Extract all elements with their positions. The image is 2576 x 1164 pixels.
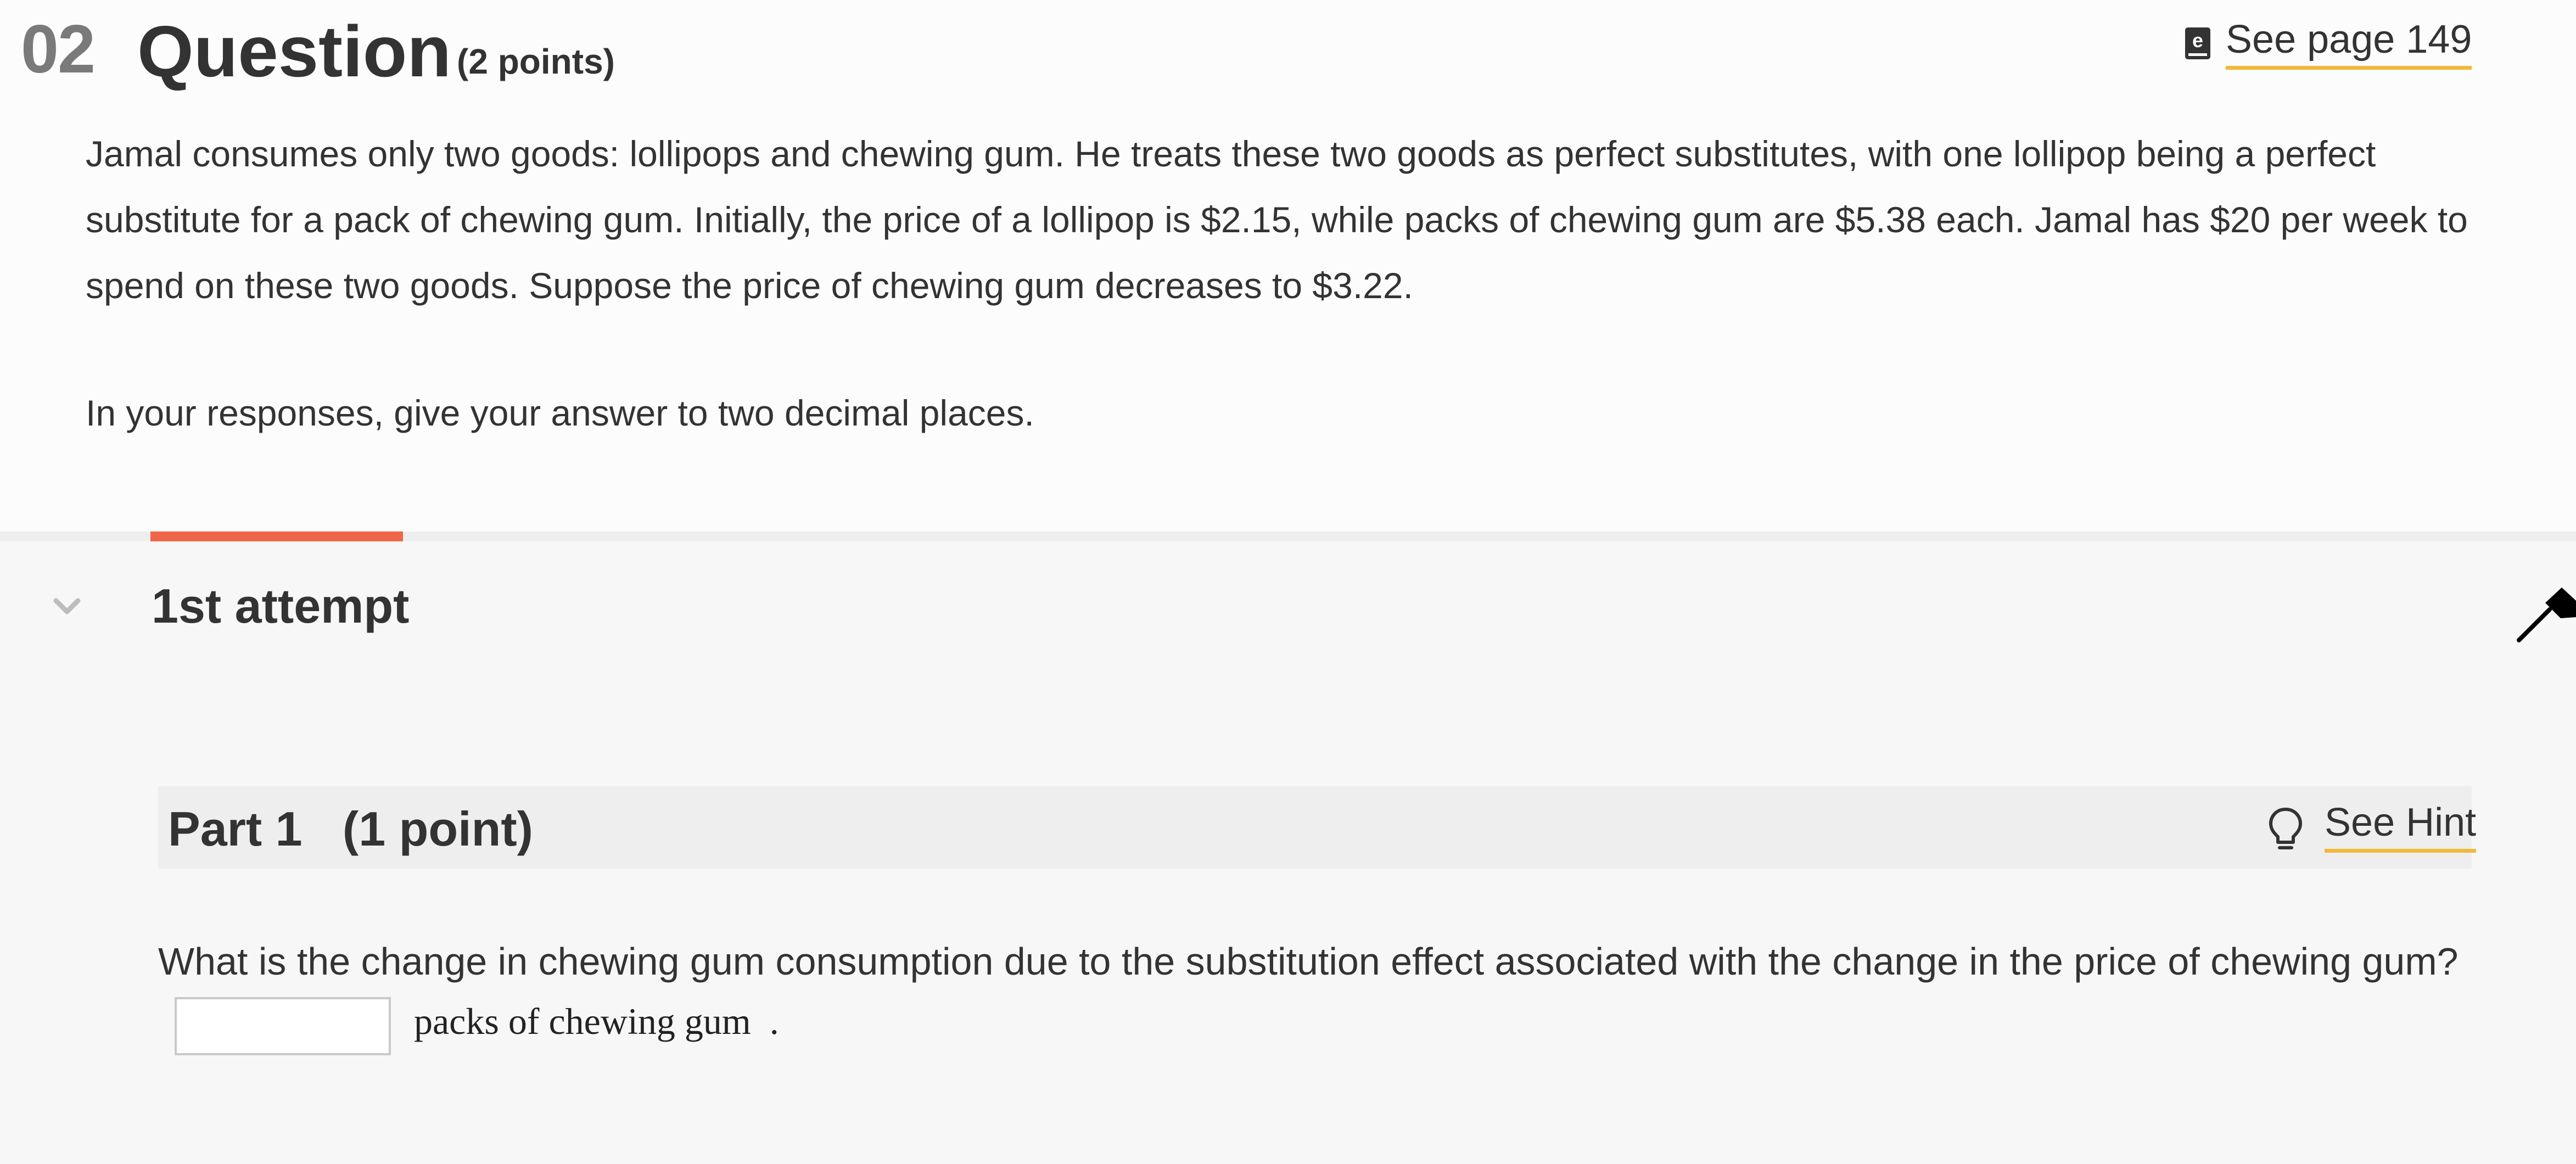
question-body: Jamal consumes only two goods: lollipops…: [86, 133, 2468, 306]
part-title: Part 1 (1 point): [168, 802, 533, 856]
mouse-cursor-icon: [2515, 584, 2576, 646]
lightbulb-icon: [2269, 808, 2302, 849]
chevron-down-icon[interactable]: [53, 592, 81, 620]
see-page-link[interactable]: See page 149: [2226, 20, 2472, 70]
active-attempt-indicator: [150, 531, 403, 541]
part-prompt: What is the change in chewing gum consum…: [158, 940, 2459, 983]
see-hint-container[interactable]: See Hint: [2266, 803, 2477, 853]
ebook-icon: e: [2185, 27, 2210, 59]
question-number: 02: [21, 12, 96, 87]
question-title: Question: [137, 11, 452, 92]
see-hint-link[interactable]: See Hint: [2325, 803, 2477, 853]
question-instructions: In your responses, give your answer to t…: [86, 393, 1034, 433]
attempt-title[interactable]: 1st attempt: [152, 582, 409, 630]
question-points: (2 points): [457, 42, 615, 81]
answer-unit-label: packs of chewing gum .: [414, 1000, 779, 1042]
see-page-link-container[interactable]: e See page 149: [2185, 20, 2472, 75]
answer-input[interactable]: [175, 997, 391, 1055]
